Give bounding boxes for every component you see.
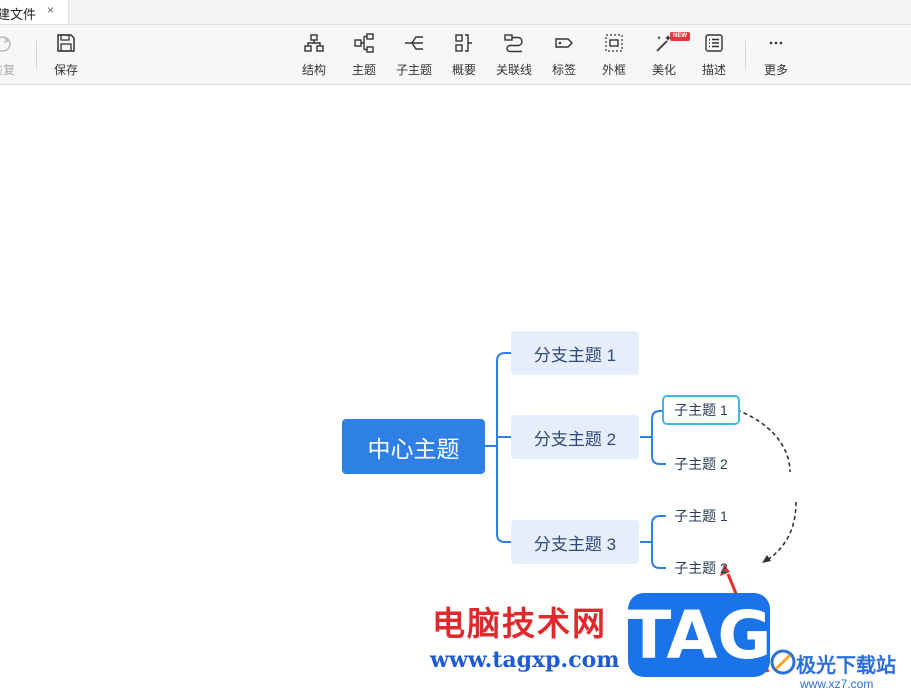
connector-lines (485, 352, 797, 673)
subtopic-3-2[interactable]: 子主题 2 (662, 553, 740, 583)
subtopic-2-2[interactable]: 子主题 2 (662, 449, 740, 479)
branch-topic-3[interactable]: 分支主题 3 (511, 520, 639, 564)
central-topic[interactable]: 中心主题 (342, 419, 485, 474)
subtopic-2-1[interactable]: 子主题 1 (662, 395, 740, 425)
branch-topic-2[interactable]: 分支主题 2 (511, 415, 639, 459)
aurora-logo-icon (770, 649, 796, 675)
branch-topic-1[interactable]: 分支主题 1 (511, 331, 639, 375)
watermark-logo-name: 极光下载站 (796, 653, 896, 677)
watermark-tag-logo: TAG (626, 593, 772, 677)
watermark-site-name: 电脑技术网 (432, 604, 607, 643)
watermark-site-url: www.tagxp.com (430, 647, 620, 673)
subtopic-3-1[interactable]: 子主题 1 (662, 501, 740, 531)
watermark-logo: 极光下载站 www.xz7.com (770, 645, 911, 700)
watermark-logo-url: www.xz7.com (800, 677, 874, 691)
